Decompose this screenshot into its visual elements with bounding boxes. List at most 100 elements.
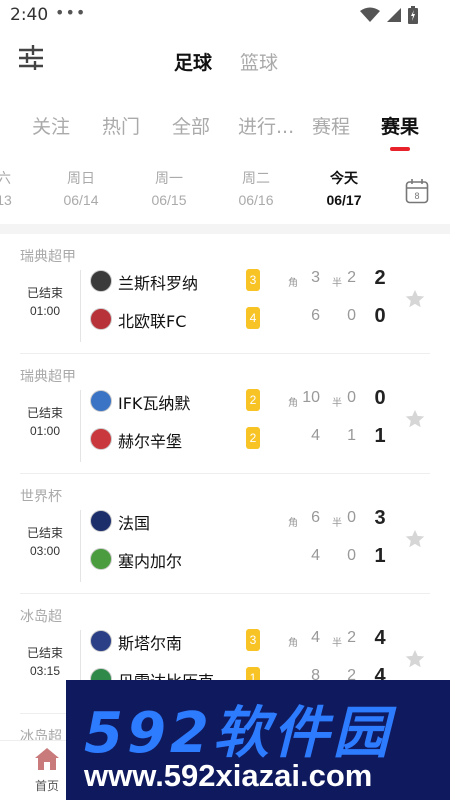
league-name: 瑞典超甲	[20, 249, 76, 265]
team-logo-icon	[90, 548, 112, 570]
status-time: 2:40	[10, 5, 49, 25]
match-status-text: 已结束	[26, 526, 63, 540]
match-status-text: 已结束	[26, 286, 63, 300]
corner-count: 6	[311, 307, 320, 324]
status-bar: 2:40 •••	[0, 0, 450, 32]
calendar-icon[interactable]: 8	[405, 178, 429, 204]
half-label: 半	[332, 398, 342, 409]
full-score: 2	[374, 267, 386, 289]
date-tab-sun[interactable]: 周日 06/14	[51, 168, 111, 208]
corner-count: 4	[311, 629, 320, 646]
team-name: 塞内加尔	[118, 552, 183, 571]
star-icon[interactable]	[404, 408, 426, 430]
team-row-home: IFK瓦纳默 2 角 10 半 0 0	[90, 386, 420, 416]
corner-label: 角	[288, 638, 298, 649]
date-day: 周二	[242, 171, 270, 187]
active-tab-indicator	[390, 147, 410, 151]
half-score: 2	[347, 269, 356, 286]
corner-badge: 2	[246, 427, 260, 449]
half-score: 2	[347, 629, 356, 646]
team-name: 法国	[118, 514, 151, 533]
match-time: 01:00	[29, 304, 61, 318]
date-date: 06/17	[326, 192, 362, 208]
match-card[interactable]: 瑞典超甲 已结束 01:00 兰斯科罗纳 3 角 3 半 2 2 北欧联FC 4	[0, 234, 450, 354]
team-logo-icon	[90, 630, 112, 652]
section-divider	[0, 224, 450, 234]
corner-count: 4	[311, 547, 320, 564]
team-logo-icon	[90, 428, 112, 450]
filter-icon[interactable]	[18, 44, 44, 70]
date-tab-today[interactable]: 今天 06/17	[314, 168, 374, 208]
corner-label: 角	[288, 398, 298, 409]
half-score: 0	[347, 509, 356, 526]
tab-all[interactable]: 全部	[172, 112, 210, 139]
corner-badge: 2	[246, 389, 260, 411]
half-label: 半	[332, 278, 342, 289]
corner-label: 角	[288, 518, 298, 529]
tab-schedule[interactable]: 赛程	[312, 112, 350, 139]
match-time: 03:00	[29, 544, 61, 558]
corner-count: 10	[302, 389, 320, 406]
vertical-divider	[80, 510, 81, 582]
team-logo-icon	[90, 270, 112, 292]
battery-icon	[408, 6, 418, 24]
half-score: 0	[347, 389, 356, 406]
match-status-text: 已结束	[26, 406, 63, 420]
league-name: 世界杯	[20, 489, 62, 505]
full-score: 0	[374, 305, 386, 327]
full-score: 0	[374, 387, 386, 409]
tab-results[interactable]: 赛果	[381, 112, 419, 139]
league-name: 瑞典超甲	[20, 369, 76, 385]
vertical-divider	[80, 390, 81, 462]
corner-count: 6	[311, 509, 320, 526]
team-name: 北欧联FC	[118, 312, 187, 331]
corner-label: 角	[288, 278, 298, 289]
tab-basketball[interactable]: 篮球	[240, 48, 278, 75]
team-logo-icon	[90, 390, 112, 412]
wifi-icon	[360, 7, 380, 22]
watermark-title: 592软件园	[84, 701, 393, 766]
date-tab-tue[interactable]: 周二 06/16	[226, 168, 286, 208]
corner-badge: 3	[246, 269, 260, 291]
tab-football[interactable]: 足球	[174, 48, 212, 75]
vertical-divider	[80, 270, 81, 342]
category-tabs: 关注 热门 全部 进行... 赛程 赛果	[0, 106, 450, 152]
date-date: 13	[0, 192, 12, 208]
date-day: 六	[0, 171, 11, 187]
match-card[interactable]: 世界杯 已结束 03:00 法国 角 6 半 0 3 塞内加尔 4 0 1	[0, 474, 450, 594]
date-tab-mon[interactable]: 周一 06/15	[139, 168, 199, 208]
half-score: 1	[347, 427, 356, 444]
star-icon[interactable]	[404, 648, 426, 670]
team-name: 斯塔尔南	[118, 634, 183, 653]
league-name: 冰岛超	[20, 609, 62, 625]
match-status: 已结束 03:15	[14, 644, 76, 678]
date-day: 周日	[67, 171, 95, 187]
match-status-text: 已结束	[26, 646, 63, 660]
team-row-away: 塞内加尔 4 0 1	[90, 544, 420, 574]
team-name: 兰斯科罗纳	[118, 274, 199, 293]
date-day: 今天	[330, 171, 358, 187]
half-score: 0	[347, 547, 356, 564]
match-time: 03:15	[29, 664, 61, 678]
team-row-home: 法国 角 6 半 0 3	[90, 506, 420, 536]
team-row-home: 斯塔尔南 3 角 4 半 2 4	[90, 626, 420, 656]
date-tabs: 六 13 周日 06/14 周一 06/15 周二 06/16 今天 06/17…	[0, 166, 450, 216]
half-label: 半	[332, 638, 342, 649]
tab-follow[interactable]: 关注	[32, 112, 70, 139]
corner-count: 3	[311, 269, 320, 286]
date-date: 06/16	[238, 192, 274, 208]
date-tab-sat[interactable]: 六 13	[0, 168, 34, 208]
full-score: 3	[374, 507, 386, 529]
nav-home[interactable]: 首页	[22, 747, 72, 794]
star-icon[interactable]	[404, 528, 426, 550]
match-card[interactable]: 瑞典超甲 已结束 01:00 IFK瓦纳默 2 角 10 半 0 0 赫尔辛堡 …	[0, 354, 450, 474]
home-icon	[35, 748, 59, 770]
team-name: 赫尔辛堡	[118, 432, 183, 451]
tab-hot[interactable]: 热门	[102, 112, 140, 139]
star-icon[interactable]	[404, 288, 426, 310]
half-score: 0	[347, 307, 356, 324]
tab-live[interactable]: 进行...	[238, 112, 294, 139]
team-logo-icon	[90, 308, 112, 330]
team-row-away: 赫尔辛堡 2 4 1 1	[90, 424, 420, 454]
nav-home-label: 首页	[34, 779, 59, 793]
